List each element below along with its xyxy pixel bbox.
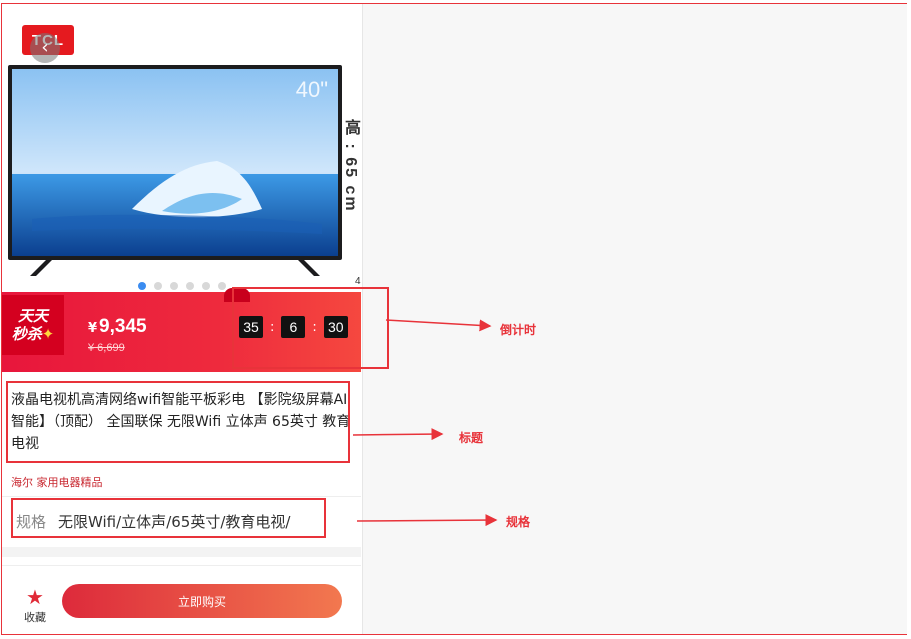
carousel-dot[interactable] bbox=[218, 282, 226, 290]
blank-canvas bbox=[362, 4, 907, 634]
buy-now-button[interactable]: 立即购买 bbox=[62, 584, 342, 618]
brand-tag[interactable]: 海尔 家用电器精品 bbox=[11, 474, 103, 490]
price-currency: ¥ bbox=[88, 321, 98, 336]
title-annotation-label: 标题 bbox=[459, 431, 484, 445]
carousel-dot[interactable] bbox=[202, 282, 210, 290]
section-gap bbox=[2, 547, 361, 557]
title-annotation-box bbox=[6, 381, 350, 463]
tv-screen-image bbox=[12, 69, 338, 256]
countdown-annotation-label: 倒计时 bbox=[500, 323, 537, 337]
tv-right-leg bbox=[294, 256, 320, 276]
tv-image: 40" bbox=[8, 65, 342, 260]
flash-sale-badge: 天天 秒杀✦ bbox=[2, 295, 64, 355]
sale-price: ¥9,345 bbox=[88, 316, 147, 338]
divider bbox=[2, 496, 361, 497]
dimension-partial: 4 bbox=[355, 276, 361, 287]
product-image-gallery[interactable]: 40" TCL ‹ 高 : 65 cm 4 bbox=[2, 4, 361, 292]
carousel-dot[interactable] bbox=[154, 282, 162, 290]
price-value: 9,345 bbox=[99, 316, 147, 337]
carousel-indicator[interactable] bbox=[138, 282, 226, 290]
countdown-annotation-box bbox=[232, 287, 389, 369]
carousel-dot[interactable] bbox=[170, 282, 178, 290]
star-icon: ★ bbox=[26, 585, 44, 609]
tv-left-leg bbox=[30, 256, 56, 276]
favorite-label: 收藏 bbox=[24, 611, 46, 624]
badge-line1: 天天 bbox=[17, 307, 48, 325]
carousel-dot[interactable] bbox=[186, 282, 194, 290]
tv-size-label: 40" bbox=[295, 77, 328, 102]
spec-annotation-label: 规格 bbox=[506, 515, 531, 529]
carousel-dot[interactable] bbox=[138, 282, 146, 290]
original-price: ¥ 6,699 bbox=[88, 342, 125, 354]
back-arrow-icon[interactable]: ‹ bbox=[30, 33, 60, 63]
divider bbox=[2, 565, 361, 566]
spec-annotation-box bbox=[11, 498, 326, 538]
dimension-text: 高 : 65 cm bbox=[342, 119, 359, 213]
badge-line2: 秒杀✦ bbox=[11, 325, 55, 343]
favorite-button[interactable]: ★ 收藏 bbox=[20, 587, 50, 625]
